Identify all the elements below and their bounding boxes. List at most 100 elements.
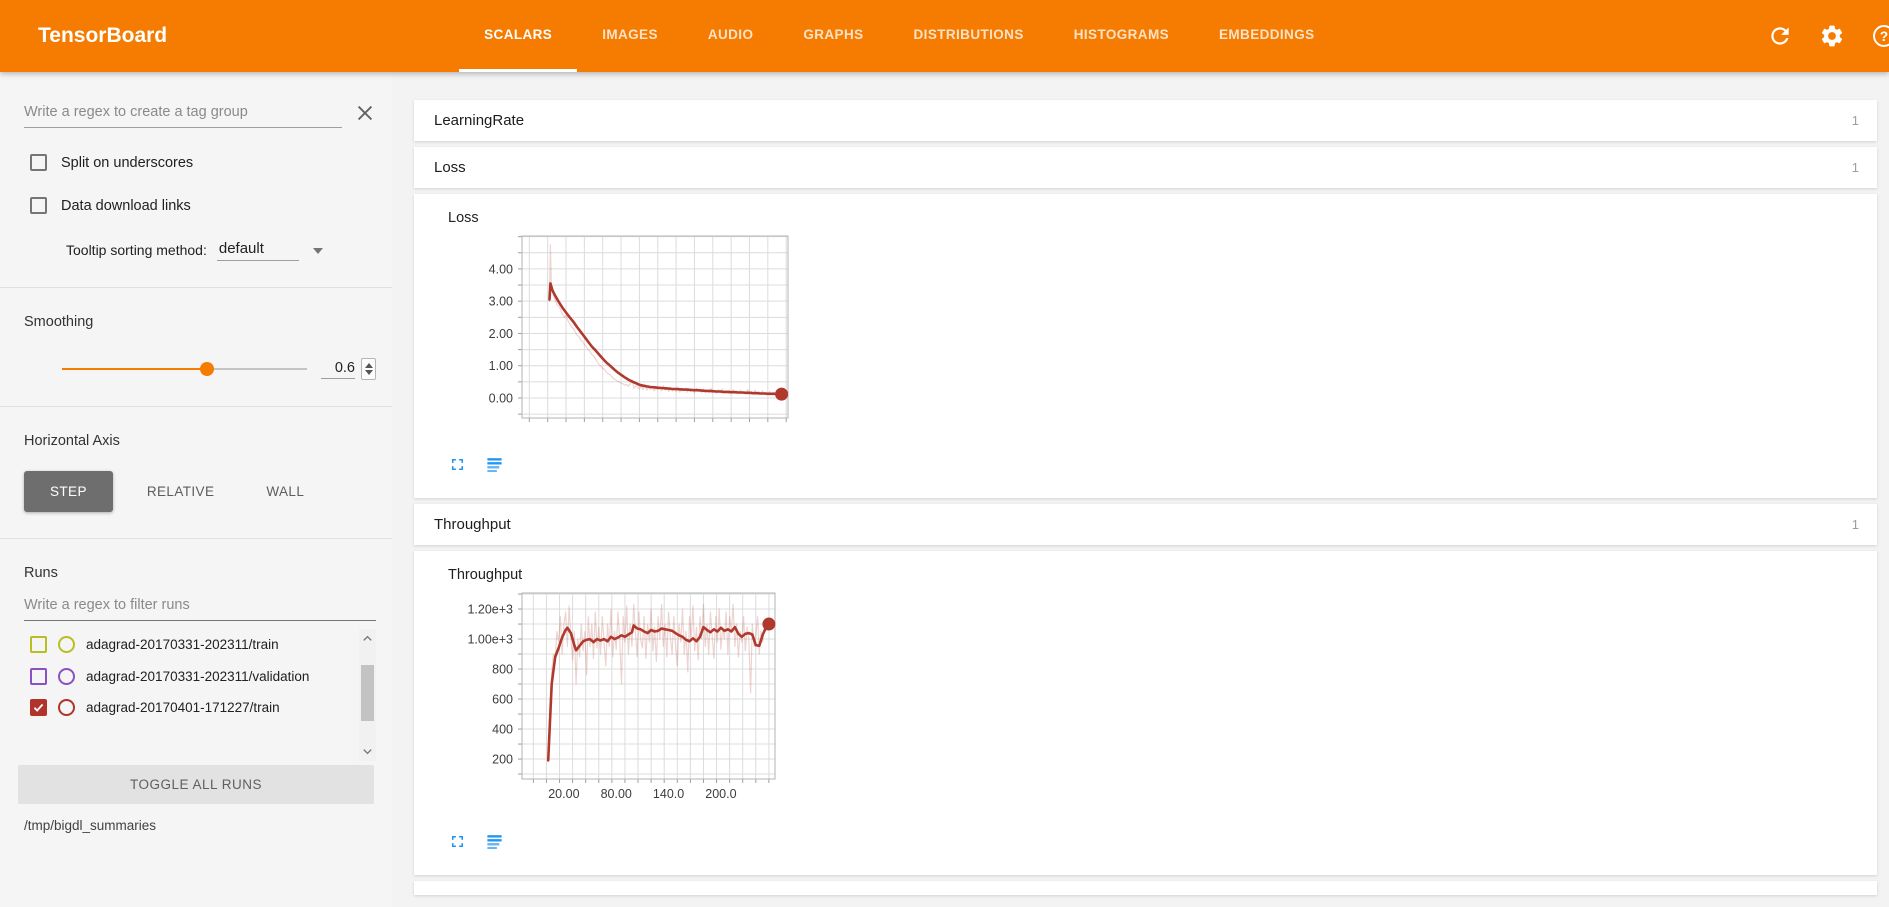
- run-label: adagrad-20170401-171227/train: [86, 699, 280, 717]
- main-content: LearningRate 1 Loss 1 Loss 0.00 1.00 2.00 3…: [392, 72, 1889, 907]
- svg-text:1.00e+3: 1.00e+3: [467, 633, 513, 647]
- data-download-label: Data download links: [61, 198, 191, 214]
- runs-scrollbar[interactable]: [359, 629, 376, 761]
- run-color-circle[interactable]: [58, 636, 75, 653]
- run-color-circle[interactable]: [58, 668, 75, 685]
- close-icon[interactable]: [354, 102, 376, 124]
- tab-distributions[interactable]: DISTRIBUTIONS: [889, 0, 1049, 72]
- axis-relative-button[interactable]: RELATIVE: [121, 471, 240, 512]
- nav-tabs: SCALARS IMAGES AUDIO GRAPHS DISTRIBUTION…: [459, 0, 1339, 72]
- svg-text:200: 200: [492, 753, 513, 767]
- horizontal-axis-label: Horizontal Axis: [24, 433, 376, 449]
- divider: [0, 287, 392, 288]
- section-title: Throughput: [434, 516, 511, 533]
- svg-text:?: ?: [1880, 29, 1888, 44]
- stepper-up-icon[interactable]: [365, 363, 373, 368]
- app-header: TensorBoard SCALARS IMAGES AUDIO GRAPHS …: [0, 0, 1889, 72]
- tooltip-sorting-select[interactable]: default: [217, 240, 323, 261]
- help-icon[interactable]: ?: [1871, 23, 1889, 49]
- svg-text:1.00: 1.00: [489, 359, 513, 373]
- refresh-icon[interactable]: [1767, 23, 1793, 49]
- tag-group-regex-input[interactable]: [24, 100, 342, 128]
- svg-text:0.00: 0.00: [489, 391, 513, 405]
- run-checkbox[interactable]: [30, 668, 47, 685]
- loss-chart-card: Loss 0.00 1.00 2.00 3.00 4.00: [414, 194, 1877, 498]
- smoothing-stepper[interactable]: [361, 358, 376, 380]
- run-row[interactable]: adagrad-20170331-202311/train: [24, 629, 350, 661]
- run-color-circle[interactable]: [58, 699, 75, 716]
- smoothing-slider[interactable]: [62, 362, 307, 376]
- section-title: LearningRate: [434, 112, 524, 129]
- section-learningrate[interactable]: LearningRate 1: [414, 100, 1877, 141]
- svg-text:4.00: 4.00: [489, 262, 513, 276]
- section-count: 1: [1852, 517, 1859, 532]
- scroll-down-icon[interactable]: [360, 744, 375, 759]
- throughput-chart-card: Throughput 200 400 600 800 1.00e+3 1.20e+3 20.…: [414, 551, 1877, 875]
- tooltip-sorting-label: Tooltip sorting method:: [66, 242, 207, 261]
- throughput-chart[interactable]: 200 400 600 800 1.00e+3 1.20e+3 20.00 80.00 140.…: [448, 587, 800, 809]
- run-selector-icon[interactable]: [485, 832, 504, 851]
- tab-histograms[interactable]: HISTOGRAMS: [1049, 0, 1194, 72]
- run-row[interactable]: adagrad-20170331-202311/validation: [24, 661, 350, 693]
- tab-scalars[interactable]: SCALARS: [459, 0, 577, 72]
- svg-text:400: 400: [492, 723, 513, 737]
- scrollbar-thumb[interactable]: [361, 665, 374, 721]
- smoothing-label: Smoothing: [24, 314, 376, 330]
- slider-fill: [62, 368, 207, 370]
- chart-title: Throughput: [448, 567, 1877, 583]
- axis-step-button[interactable]: STEP: [24, 471, 113, 512]
- svg-text:20.00: 20.00: [548, 787, 579, 801]
- svg-text:2.00: 2.00: [489, 327, 513, 341]
- header-actions: ?: [1767, 0, 1889, 72]
- split-underscores-label: Split on underscores: [61, 155, 193, 171]
- section-title: Loss: [434, 159, 466, 176]
- divider: [0, 406, 392, 407]
- tooltip-sorting-value[interactable]: default: [217, 240, 299, 261]
- section-count: 1: [1852, 113, 1859, 128]
- stepper-down-icon[interactable]: [365, 370, 373, 375]
- tab-images[interactable]: IMAGES: [577, 0, 683, 72]
- divider: [0, 538, 392, 539]
- app-title: TensorBoard: [0, 0, 167, 72]
- scroll-up-icon[interactable]: [360, 631, 375, 646]
- svg-text:800: 800: [492, 663, 513, 677]
- svg-text:600: 600: [492, 693, 513, 707]
- run-selector-icon[interactable]: [485, 455, 504, 474]
- section-count: 1: [1852, 160, 1859, 175]
- runs-filter-input[interactable]: [24, 593, 376, 621]
- section-throughput[interactable]: Throughput 1: [414, 504, 1877, 545]
- split-underscores-row[interactable]: Split on underscores: [30, 154, 376, 171]
- expand-chart-icon[interactable]: [448, 832, 467, 851]
- sidebar: Split on underscores Data download links…: [0, 72, 392, 907]
- run-checkbox[interactable]: [30, 636, 47, 653]
- run-label: adagrad-20170331-202311/validation: [86, 668, 309, 686]
- runs-label: Runs: [24, 565, 376, 581]
- svg-text:140.0: 140.0: [653, 787, 684, 801]
- tab-graphs[interactable]: GRAPHS: [778, 0, 888, 72]
- chart-title: Loss: [448, 210, 1877, 226]
- expand-chart-icon[interactable]: [448, 455, 467, 474]
- next-section-partial[interactable]: [414, 881, 1877, 895]
- split-underscores-checkbox[interactable]: [30, 154, 47, 171]
- run-checkbox[interactable]: [30, 699, 47, 716]
- smoothing-value-input[interactable]: [321, 360, 355, 379]
- svg-text:3.00: 3.00: [489, 295, 513, 309]
- svg-text:1.20e+3: 1.20e+3: [467, 603, 513, 617]
- run-row[interactable]: adagrad-20170401-171227/train: [24, 692, 350, 724]
- axis-wall-button[interactable]: WALL: [240, 471, 330, 512]
- svg-text:80.00: 80.00: [601, 787, 632, 801]
- data-download-checkbox[interactable]: [30, 197, 47, 214]
- run-list: adagrad-20170331-202311/train adagrad-20…: [24, 629, 376, 761]
- run-label: adagrad-20170331-202311/train: [86, 636, 279, 654]
- toggle-all-runs-button[interactable]: TOGGLE ALL RUNS: [18, 765, 374, 804]
- tab-audio[interactable]: AUDIO: [683, 0, 779, 72]
- log-directory-path: /tmp/bigdl_summaries: [24, 818, 376, 833]
- section-loss[interactable]: Loss 1: [414, 147, 1877, 188]
- loss-chart[interactable]: 0.00 1.00 2.00 3.00 4.00: [448, 230, 800, 432]
- svg-text:200.0: 200.0: [705, 787, 736, 801]
- slider-thumb[interactable]: [200, 362, 214, 376]
- tab-embeddings[interactable]: EMBEDDINGS: [1194, 0, 1340, 72]
- settings-icon[interactable]: [1819, 23, 1845, 49]
- data-download-row[interactable]: Data download links: [30, 197, 376, 214]
- chevron-down-icon: [313, 248, 323, 254]
